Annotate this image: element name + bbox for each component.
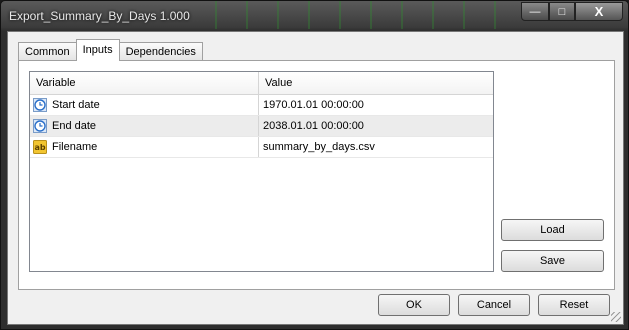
- background-chart-streaks: [201, 1, 501, 29]
- table-row[interactable]: ab Filename summary_by_days.csv: [30, 137, 493, 158]
- dialog-client-area: Common Inputs Dependencies Variable Valu…: [7, 31, 624, 325]
- minimize-icon: —: [529, 5, 541, 18]
- value-cell[interactable]: 1970.01.01 00:00:00: [259, 95, 364, 115]
- variable-cell: End date: [30, 116, 259, 136]
- cancel-button[interactable]: Cancel: [458, 294, 530, 316]
- variable-name: Filename: [52, 141, 98, 153]
- maximize-icon: □: [558, 5, 566, 18]
- dialog-window: Export_Summary_By_Days 1.000 — □ X Commo…: [0, 0, 629, 330]
- title-bar[interactable]: Export_Summary_By_Days 1.000 — □ X: [1, 1, 628, 31]
- reset-button[interactable]: Reset: [538, 294, 610, 316]
- column-header-value[interactable]: Value: [259, 72, 292, 94]
- inputs-grid: Variable Value Start date 1970.01.01 00:…: [29, 71, 494, 272]
- tab-strip: Common Inputs Dependencies: [18, 39, 203, 61]
- text-ab-icon: ab: [33, 140, 47, 154]
- tab-inputs[interactable]: Inputs: [75, 39, 120, 61]
- table-row[interactable]: End date 2038.01.01 00:00:00: [30, 116, 493, 137]
- grid-header: Variable Value: [30, 72, 493, 95]
- load-button[interactable]: Load: [501, 219, 604, 241]
- resize-grip[interactable]: [611, 312, 621, 322]
- value-cell[interactable]: summary_by_days.csv: [259, 137, 375, 157]
- tab-common[interactable]: Common: [18, 42, 77, 61]
- close-icon: X: [594, 4, 604, 19]
- variable-cell: ab Filename: [30, 137, 259, 157]
- save-button[interactable]: Save: [501, 250, 604, 272]
- maximize-button[interactable]: □: [549, 2, 575, 21]
- minimize-button[interactable]: —: [521, 2, 549, 21]
- variable-name: Start date: [52, 99, 100, 111]
- window-title: Export_Summary_By_Days 1.000: [9, 9, 190, 23]
- variable-cell: Start date: [30, 95, 259, 115]
- tab-dependencies[interactable]: Dependencies: [118, 42, 203, 61]
- inputs-tab-page: Variable Value Start date 1970.01.01 00:…: [18, 60, 615, 290]
- ok-button[interactable]: OK: [378, 294, 450, 316]
- clock-icon: [33, 98, 47, 112]
- value-cell[interactable]: 2038.01.01 00:00:00: [259, 116, 364, 136]
- table-row[interactable]: Start date 1970.01.01 00:00:00: [30, 95, 493, 116]
- svg-text:ab: ab: [34, 143, 45, 152]
- variable-name: End date: [52, 120, 97, 132]
- column-header-variable[interactable]: Variable: [30, 72, 259, 94]
- close-button[interactable]: X: [575, 2, 623, 21]
- clock-icon: [33, 119, 47, 133]
